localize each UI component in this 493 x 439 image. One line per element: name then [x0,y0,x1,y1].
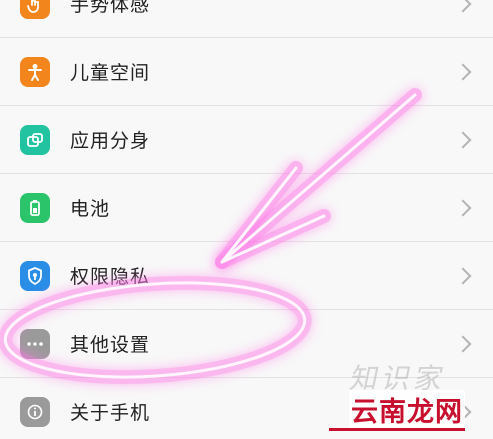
child-icon [20,56,50,87]
settings-screen: 手势体感 儿童空间 应用分身 电池 权限隐私 其他设置 关于手机 知识家 云南龙… [0,0,493,439]
settings-item-kids-space[interactable]: 儿童空间 [0,38,493,106]
chevron-right-icon [454,199,472,216]
settings-item-label: 手势体感 [70,0,151,16]
chevron-right-icon [454,63,472,80]
battery-icon [20,192,50,223]
settings-item-app-clone[interactable]: 应用分身 [0,106,493,174]
settings-item-permissions-privacy[interactable]: 权限隐私 [0,242,493,310]
watermark-logo: 云南龙网 [349,390,465,429]
chevron-right-icon [454,0,472,12]
settings-item-label: 权限隐私 [70,266,151,288]
settings-item-label: 其他设置 [70,334,151,356]
chevron-right-icon [454,335,472,352]
watermark-underline [329,428,465,431]
settings-item-battery[interactable]: 电池 [0,174,493,242]
app-clone-icon [20,124,50,155]
more-dots-icon [20,328,50,359]
settings-item-label: 关于手机 [70,402,151,424]
settings-item-label: 电池 [70,198,111,220]
shield-icon [20,260,50,291]
settings-item-gesture[interactable]: 手势体感 [0,0,493,38]
settings-item-label: 儿童空间 [70,62,151,84]
chevron-right-icon [454,267,472,284]
settings-item-label: 应用分身 [70,130,151,152]
hand-gesture-icon [20,0,50,19]
chevron-right-icon [454,131,472,148]
info-icon [20,396,50,427]
